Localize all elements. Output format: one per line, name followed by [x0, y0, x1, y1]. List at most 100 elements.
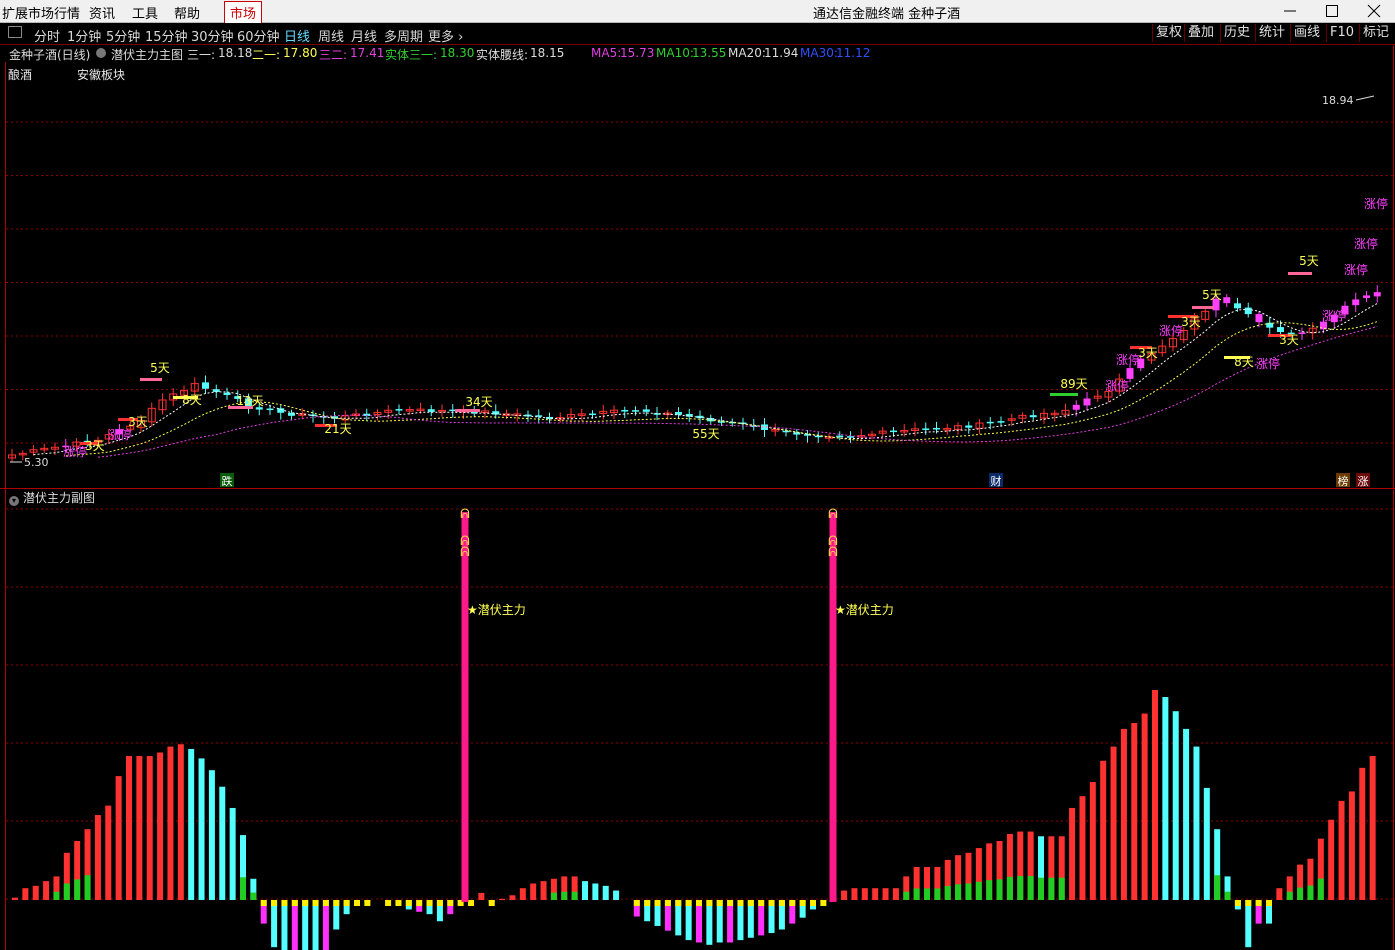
- day-count-label: 5天: [1202, 288, 1222, 302]
- histogram-bar: [737, 900, 744, 941]
- histogram-bar: [22, 888, 29, 900]
- histogram-cap: [364, 900, 371, 906]
- histogram-inner-bar: [924, 888, 930, 900]
- histogram-cap: [747, 900, 754, 906]
- histogram-inner-bar: [561, 891, 568, 900]
- histogram-bar: [882, 888, 889, 900]
- histogram-bar: [1069, 807, 1076, 900]
- histogram-bar: [291, 900, 298, 950]
- histogram-cap: [1266, 900, 1272, 906]
- day-count-label: 3天: [1181, 315, 1201, 329]
- histogram-inner-bar: [1017, 876, 1024, 900]
- histogram-bar: [1276, 888, 1283, 900]
- limit-up-label: 涨停: [1354, 236, 1378, 251]
- histogram-cap: [416, 900, 423, 906]
- histogram-bar: [1193, 746, 1200, 900]
- histogram-cap: [633, 900, 640, 906]
- stock-period-label: 金种子酒(日线): [9, 48, 91, 62]
- sub-panel-title[interactable]: 潜伏主力副图: [23, 491, 95, 505]
- high-price-label: 18.94: [1322, 94, 1354, 107]
- histogram-inner-bar: [996, 879, 1003, 900]
- high-price-pointer: [1355, 95, 1375, 101]
- histogram-bar: [519, 888, 526, 900]
- candle-body: [1072, 404, 1080, 410]
- day-count-label: 5天: [150, 361, 170, 375]
- histogram-cap: [1255, 900, 1262, 906]
- support-bar: [455, 409, 480, 412]
- histogram-cap: [675, 900, 682, 906]
- histogram-bar: [478, 892, 485, 900]
- histogram-cap: [644, 900, 651, 906]
- candle-body: [836, 435, 844, 438]
- histogram-bar: [322, 900, 329, 950]
- histogram-inner-bar: [1297, 887, 1304, 900]
- candle-body: [1083, 398, 1091, 406]
- candle-body: [223, 392, 231, 396]
- sector-label[interactable]: 安徽板块: [77, 66, 125, 83]
- candle-body: [782, 430, 790, 433]
- histogram-inner-bar: [903, 891, 910, 900]
- limit-up-label: 涨停: [1344, 262, 1368, 277]
- histogram-bar: [1131, 723, 1138, 900]
- ma20-line: [97, 326, 1378, 458]
- histogram-bar: [861, 888, 868, 900]
- histogram-inner-bar: [63, 883, 70, 900]
- histogram-bar: [302, 900, 309, 950]
- histogram-cap: [737, 900, 744, 906]
- histogram-bar: [685, 900, 692, 941]
- indicator-menu-icon[interactable]: [96, 48, 106, 58]
- histogram-cap: [291, 900, 298, 906]
- limit-up-label: 涨停: [1159, 323, 1183, 338]
- signal-spike: [829, 512, 837, 902]
- histogram-cap: [789, 900, 796, 906]
- indicator-name[interactable]: 潜伏主力主图: [111, 46, 183, 63]
- candle-body: [1298, 332, 1306, 334]
- day-count-label: 89天: [1060, 377, 1087, 391]
- candle-body: [1373, 292, 1381, 297]
- histogram-cap: [1234, 900, 1241, 906]
- histogram-inner-bar: [571, 891, 578, 900]
- histogram-bar: [613, 890, 620, 900]
- histogram-bar: [1152, 689, 1158, 900]
- histogram-inner-bar: [240, 877, 246, 900]
- indicator-value-32: 17.41: [350, 46, 385, 60]
- histogram-cap: [260, 900, 267, 906]
- histogram-inner-bar: [913, 888, 920, 900]
- event-marker: 榜: [1338, 474, 1349, 488]
- event-marker: 财: [991, 474, 1002, 488]
- butterfly-icon: ᕱ: [828, 507, 838, 522]
- histogram-inner-bar: [1317, 878, 1324, 900]
- histogram-bar: [126, 756, 132, 900]
- industry-label[interactable]: 酿酒: [8, 66, 32, 83]
- day-count-label: 3天: [85, 439, 105, 453]
- histogram-bar: [1328, 819, 1335, 900]
- butterfly-icon: ᕱ: [460, 507, 470, 522]
- day-count-label: 3天: [1138, 346, 1158, 360]
- histogram-bar: [94, 815, 101, 900]
- candle-body: [1223, 297, 1231, 304]
- histogram-cap: [820, 900, 827, 906]
- histogram-bar: [1338, 800, 1345, 900]
- support-bar: [140, 378, 162, 381]
- kline-chart-area[interactable]: 5天8天3天3天13天21天34天55天89天3天3天5天8天3天5天涨停涨停涨…: [0, 0, 1395, 950]
- histogram-bar: [696, 900, 702, 943]
- histogram-bar: [892, 888, 899, 900]
- candle-body: [589, 413, 596, 416]
- histogram-bar: [1141, 713, 1148, 900]
- candle-body: [997, 421, 1005, 423]
- histogram-bar: [1089, 782, 1096, 900]
- histogram-inner-bar: [1048, 877, 1055, 900]
- histogram-bar: [540, 881, 547, 900]
- histogram-bar: [1120, 728, 1127, 900]
- histogram-bar: [146, 756, 153, 900]
- histogram-cap: [685, 900, 692, 906]
- histogram-bar: [43, 881, 50, 900]
- histogram-bar: [115, 776, 122, 900]
- histogram-bar: [208, 770, 215, 900]
- histogram-inner-bar: [986, 880, 993, 900]
- histogram-bar: [872, 888, 879, 900]
- limit-up-label: 涨停: [1116, 352, 1140, 367]
- ma10-label: MA10:: [656, 46, 694, 60]
- collapse-icon[interactable]: ▾: [9, 496, 19, 506]
- candle-body: [642, 409, 650, 412]
